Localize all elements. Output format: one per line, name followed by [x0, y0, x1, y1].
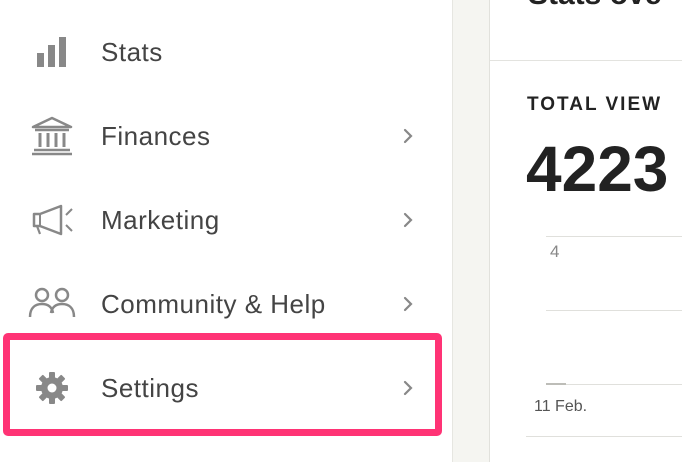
chart-y-tick: 4 — [550, 242, 560, 261]
sidebar-item-label: Settings — [101, 372, 199, 403]
stats-overview-panel: Stats ove TOTAL VIEW 4223 4 11 Feb. — [490, 0, 682, 462]
chevron-right-icon — [398, 378, 418, 398]
bank-icon — [26, 116, 78, 156]
chevron-right-icon — [398, 294, 418, 314]
chart-bottom-rule — [526, 436, 682, 437]
chevron-right-icon — [398, 210, 418, 230]
sidebar-item-finances[interactable]: Finances — [0, 94, 452, 178]
megaphone-icon — [26, 200, 78, 240]
sidebar-item-marketing[interactable]: Marketing — [0, 178, 452, 262]
sidebar-item-label: Stats — [101, 36, 163, 67]
gear-icon — [26, 368, 78, 408]
chart-x-label: 11 Feb. — [534, 398, 588, 415]
chart-gridline — [546, 236, 682, 237]
page-title: Stats ove — [528, 0, 661, 12]
chart-gridline — [546, 310, 682, 311]
chart-baseline-mark — [546, 383, 566, 385]
chevron-right-icon — [398, 126, 418, 146]
bar-chart-icon — [26, 32, 78, 72]
total-views-value: 4223 — [526, 133, 669, 205]
sidebar-item-settings[interactable]: Settings — [0, 346, 452, 430]
panel-divider — [452, 0, 490, 462]
sidebar-item-label: Finances — [101, 120, 211, 151]
chart-gridline — [546, 384, 682, 385]
title-divider — [490, 60, 682, 61]
sidebar-item-label: Community & Help — [101, 288, 326, 319]
sidebar-nav: Stats Finances Marketing Community & Hel… — [0, 0, 452, 462]
sidebar-item-community-help[interactable]: Community & Help — [0, 262, 452, 346]
total-views-label: TOTAL VIEW — [527, 94, 663, 115]
sidebar-item-label: Marketing — [101, 204, 220, 235]
sidebar-item-stats[interactable]: Stats — [0, 10, 452, 94]
people-icon — [26, 284, 78, 324]
